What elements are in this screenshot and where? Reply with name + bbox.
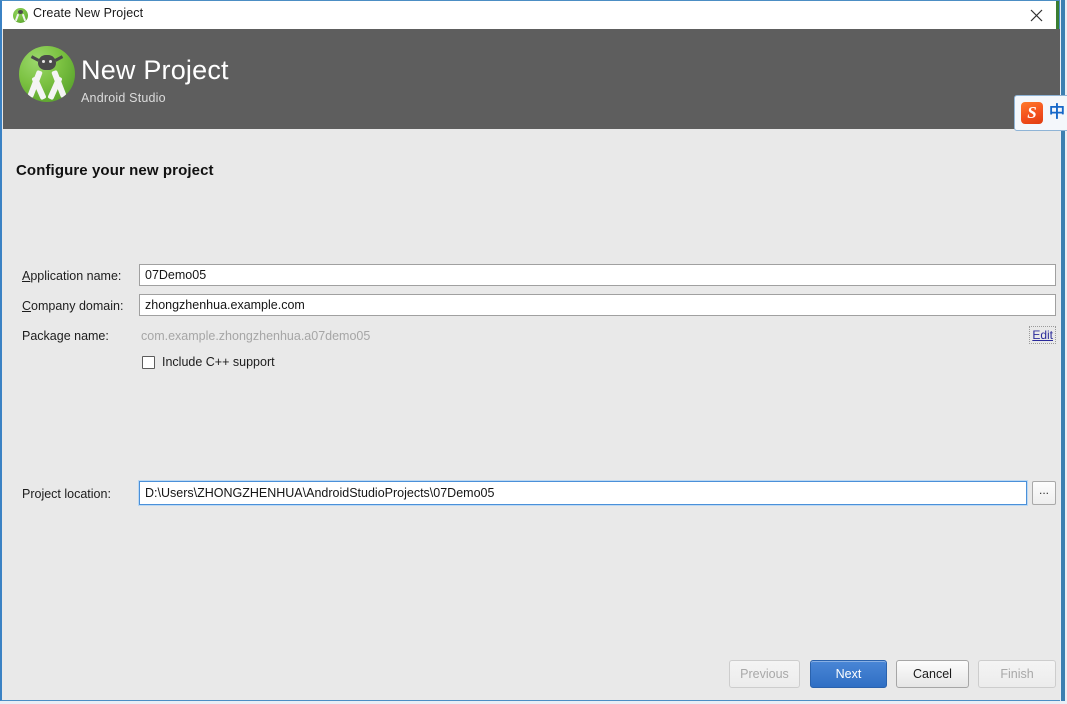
application-name-label: Application name: (22, 269, 122, 283)
dialog-button-bar: Previous Next Cancel Finish (3, 660, 1060, 688)
android-studio-logo (19, 46, 75, 102)
sogou-logo-icon[interactable]: S (1021, 102, 1043, 124)
previous-button[interactable]: Previous (729, 660, 800, 688)
include-cpp-support-checkbox[interactable] (142, 355, 155, 369)
application-name-input[interactable] (139, 264, 1056, 286)
page-title: Configure your new project (16, 162, 214, 179)
ime-language-mode-indicator[interactable]: 中 (1049, 104, 1065, 122)
company-domain-input[interactable] (139, 294, 1056, 316)
create-new-project-dialog: Create New Project New Project Android S… (0, 0, 1060, 701)
next-button[interactable]: Next (810, 660, 887, 688)
dialog-content-panel: Configure your new project Application n… (3, 131, 1060, 700)
cancel-button[interactable]: Cancel (896, 660, 969, 688)
package-name-edit-link[interactable]: Edit (1029, 326, 1056, 344)
desktop-background: Create New Project New Project Android S… (0, 0, 1067, 704)
project-location-label: Project location: (22, 487, 111, 501)
company-domain-label: Company domain: (22, 299, 124, 313)
package-name-value: com.example.zhongzhenhua.a07demo05 (141, 329, 371, 343)
finish-button[interactable]: Finish (978, 660, 1056, 688)
dialog-titlebar[interactable]: Create New Project (2, 1, 1059, 29)
header-title: New Project (81, 55, 229, 85)
browse-project-location-button[interactable]: ... (1032, 481, 1056, 505)
include-cpp-support-label: Include C++ support (162, 355, 275, 369)
header-subtitle: Android Studio (81, 91, 166, 105)
android-studio-icon (13, 8, 28, 23)
include-cpp-support-row[interactable]: Include C++ support (142, 355, 275, 369)
close-icon[interactable] (1014, 1, 1059, 29)
dialog-title: Create New Project (33, 6, 144, 20)
sogou-ime-toolbar[interactable]: S 中 (1014, 95, 1067, 131)
package-name-label: Package name: (22, 329, 109, 343)
dialog-header-banner: New Project Android Studio (3, 29, 1060, 129)
project-location-input[interactable] (139, 481, 1027, 505)
